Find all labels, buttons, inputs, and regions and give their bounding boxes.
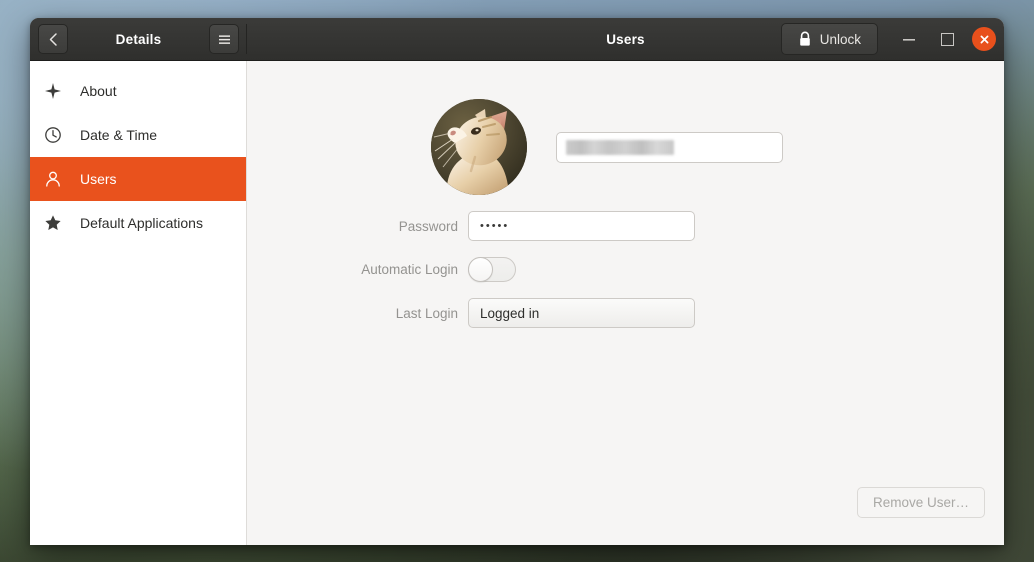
person-icon (44, 170, 62, 188)
close-button[interactable] (972, 27, 996, 51)
clock-icon (44, 126, 62, 144)
last-login-button[interactable]: Logged in (468, 298, 695, 328)
remove-user-area: Remove User… (856, 487, 985, 518)
star-icon (44, 214, 62, 232)
padlock-locked-icon (799, 31, 810, 46)
automatic-login-toggle[interactable] (468, 257, 516, 282)
automatic-login-row: Automatic Login (247, 257, 1004, 282)
user-settings-form: Password ••••• Automatic Login Last Logi… (247, 61, 1004, 328)
cat-photo-avatar (431, 99, 527, 195)
last-login-row: Last Login Logged in (247, 298, 1004, 328)
page-title-details: Details (115, 31, 162, 47)
sidebar-item-about[interactable]: About (30, 69, 246, 113)
window-titlebar: Details Users Unlock (30, 18, 1004, 61)
sidebar-item-label: Date & Time (80, 127, 158, 143)
last-login-label: Last Login (395, 305, 458, 321)
maximize-icon (940, 32, 954, 46)
password-label: Password (398, 218, 458, 234)
titlebar-left-pane: Details (30, 18, 247, 60)
titlebar-right-pane: Users Unlock (247, 18, 1004, 60)
maximize-button[interactable] (934, 26, 960, 52)
user-name-redaction (566, 139, 674, 155)
sidebar-item-default-applications[interactable]: Default Applications (30, 201, 246, 245)
password-row: Password ••••• (247, 211, 1004, 241)
window-body: About Date & Time Users Default Applicat… (30, 61, 1004, 545)
sidebar-item-label: About (80, 83, 117, 99)
avatar[interactable] (431, 99, 527, 195)
remove-user-button[interactable]: Remove User… (856, 487, 985, 518)
back-button[interactable] (38, 24, 68, 54)
minimize-button[interactable] (896, 26, 922, 52)
main-panel: Password ••••• Automatic Login Last Logi… (247, 61, 1004, 545)
hamburger-menu-icon (218, 34, 230, 44)
sidebar-item-label: Default Applications (80, 215, 203, 231)
sidebar-item-users[interactable]: Users (30, 157, 246, 201)
unlock-button-label: Unlock (819, 31, 861, 47)
page-title-users: Users (606, 31, 645, 47)
sidebar-item-date-time[interactable]: Date & Time (30, 113, 246, 157)
toggle-knob (468, 257, 493, 282)
window-controls (896, 26, 996, 52)
settings-window: Details Users Unlock About Date & Time U… (30, 18, 1004, 545)
sidebar-item-label: Users (80, 171, 117, 187)
desktop-background: Details Users Unlock About Date & Time U… (0, 0, 1034, 562)
menu-button[interactable] (209, 24, 239, 54)
user-identity-row (247, 99, 1004, 195)
minimize-icon (903, 38, 915, 41)
sidebar: About Date & Time Users Default Applicat… (30, 61, 247, 545)
sparkle-star-icon (44, 82, 62, 100)
chevron-left-icon (49, 32, 57, 46)
unlock-button[interactable]: Unlock (780, 23, 878, 55)
automatic-login-label: Automatic Login (361, 262, 458, 277)
password-field[interactable]: ••••• (468, 211, 695, 241)
user-name-input[interactable] (556, 131, 783, 163)
close-icon (980, 35, 988, 43)
